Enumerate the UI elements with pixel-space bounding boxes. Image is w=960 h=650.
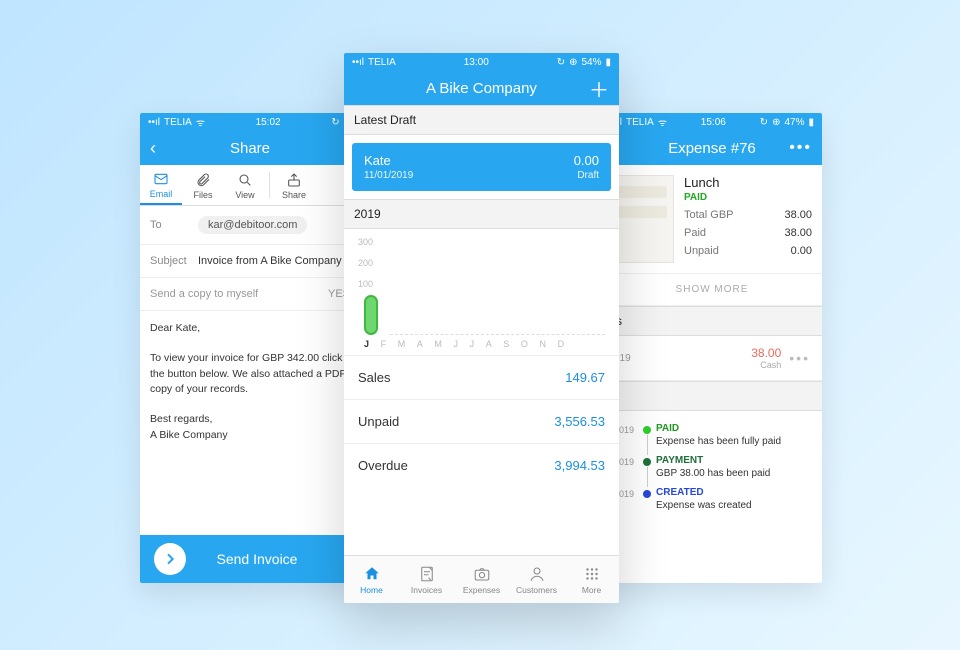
chart: 300 200 100 J FM AM JJ AS ON D [344, 229, 619, 355]
draft-card[interactable]: Kate 11/01/2019 0.00 Draft [352, 143, 611, 191]
tab-home[interactable]: Home [344, 556, 399, 603]
copy-label: Send a copy to myself [150, 288, 258, 300]
payments-header: nts [602, 306, 822, 336]
tool-files[interactable]: Files [182, 166, 224, 204]
payment-row[interactable]: 019 38.00 Cash ••• [602, 336, 822, 381]
timeline: 019 PAIDExpense has been fully paid 019 … [602, 411, 822, 523]
year-header: 2019 [344, 199, 619, 229]
add-icon[interactable]: ＋ [589, 74, 609, 103]
expense-screen: ••ılTELIAᯤ 15:06 ↻⊕47%▮ Expense #76 ••• … [602, 113, 822, 583]
paperclip-icon [195, 172, 211, 188]
copy-to-self[interactable]: Send a copy to myself YES [140, 278, 360, 311]
draft-name: Kate [364, 153, 413, 168]
send-arrow-icon [154, 543, 186, 575]
payment-method: Cash [751, 360, 781, 370]
receipt-thumbnail[interactable] [612, 175, 674, 263]
timeline-item: 019 PAYMENTGBP 38.00 has been paid [612, 451, 812, 483]
share-icon [286, 172, 302, 188]
status-bar: ••ılTELIAᯤ 15:06 ↻⊕47%▮ [602, 113, 822, 131]
dot-icon [643, 458, 651, 466]
status-bar: ••ılTELIAᯤ 15:02 ↻⊕ [140, 113, 360, 131]
header: ‹ Share [140, 131, 360, 165]
page-title: Expense #76 [668, 140, 756, 157]
month-axis: J FM AM JJ AS ON D [358, 335, 605, 351]
tool-share[interactable]: Share [273, 166, 315, 204]
draft-status: Draft [574, 170, 599, 181]
invoice-icon [418, 565, 436, 583]
tool-email[interactable]: Email [140, 165, 182, 205]
unpaid-row[interactable]: Unpaid 3,556.53 [344, 399, 619, 443]
draft-amount: 0.00 [574, 153, 599, 168]
status-bar: ••ılTELIA 13:00 ↻⊕54%▮ [344, 53, 619, 71]
subject-field[interactable]: Subject Invoice from A Bike Company [140, 245, 360, 278]
overdue-row[interactable]: Overdue 3,994.53 [344, 443, 619, 487]
expense-summary: Lunch PAID Total GBP38.00 Paid38.00 Unpa… [602, 165, 822, 273]
share-toolbar: Email Files View Share [140, 165, 360, 206]
home-screen: ••ılTELIA 13:00 ↻⊕54%▮ A Bike Company ＋ … [344, 53, 619, 603]
subject-value: Invoice from A Bike Company [198, 255, 342, 267]
camera-icon [473, 565, 491, 583]
dot-icon [643, 490, 651, 498]
tab-expenses[interactable]: Expenses [454, 556, 509, 603]
more-icon[interactable]: ••• [789, 139, 812, 157]
home-icon [363, 565, 381, 583]
grid-icon [583, 565, 601, 583]
header: A Bike Company ＋ [344, 71, 619, 105]
page-title: Share [230, 140, 270, 157]
expense-title: Lunch [684, 175, 812, 190]
email-body[interactable]: Dear Kate, To view your invoice for GBP … [140, 311, 360, 453]
to-value: kar@debitoor.com [198, 216, 307, 234]
email-icon [153, 171, 169, 187]
tab-bar: Home Invoices Expenses Customers More [344, 555, 619, 603]
latest-draft-header: Latest Draft [344, 105, 619, 135]
dot-icon [643, 426, 651, 434]
page-title: A Bike Company [426, 80, 537, 97]
header: Expense #76 ••• [602, 131, 822, 165]
show-more-button[interactable]: SHOW MORE [602, 273, 822, 306]
to-field[interactable]: To kar@debitoor.com [140, 206, 360, 245]
tab-invoices[interactable]: Invoices [399, 556, 454, 603]
row-more-icon[interactable]: ••• [789, 350, 810, 366]
user-icon [528, 565, 546, 583]
tab-more[interactable]: More [564, 556, 619, 603]
expense-status-badge: PAID [684, 192, 812, 203]
tab-customers[interactable]: Customers [509, 556, 564, 603]
to-label: To [150, 219, 198, 231]
tool-view[interactable]: View [224, 166, 266, 204]
search-icon [237, 172, 253, 188]
back-icon[interactable]: ‹ [150, 138, 156, 159]
share-screen: ••ılTELIAᯤ 15:02 ↻⊕ ‹ Share Email Files … [140, 113, 360, 583]
sales-row[interactable]: Sales 149.67 [344, 355, 619, 399]
bar-jan [364, 295, 378, 335]
history-header: y [602, 381, 822, 411]
draft-date: 11/01/2019 [364, 170, 413, 181]
send-invoice-button[interactable]: Send Invoice [140, 535, 360, 583]
timeline-item: 019 PAIDExpense has been fully paid [612, 419, 812, 451]
timeline-item: 019 CREATEDExpense was created [612, 483, 812, 515]
subject-label: Subject [150, 255, 198, 267]
payment-amount: 38.00 [751, 346, 781, 360]
